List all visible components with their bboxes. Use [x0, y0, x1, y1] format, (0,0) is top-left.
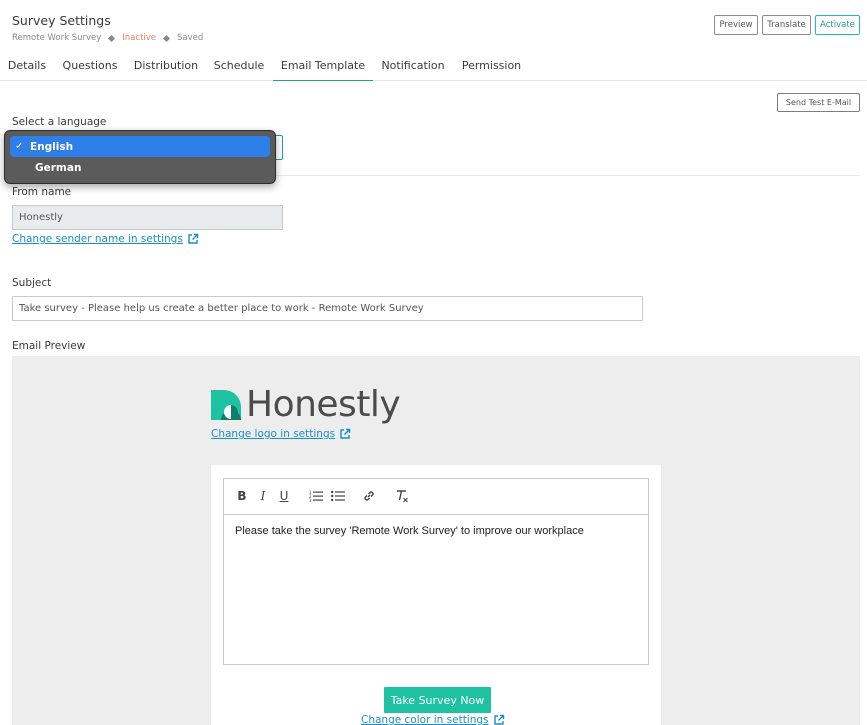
bold-icon[interactable]: B	[234, 488, 250, 504]
tab-permission[interactable]: Permission	[456, 50, 527, 81]
checkmark-icon: ✓	[15, 141, 24, 152]
editor-toolbar: B I U 1 2 3	[224, 479, 648, 515]
from-name-label: From name	[12, 186, 72, 198]
language-dropdown-menu[interactable]: ✓ English German	[4, 130, 276, 184]
language-option-label[interactable]: English	[30, 141, 73, 153]
from-name-field: Honestly	[12, 205, 283, 230]
tab-schedule[interactable]: Schedule	[210, 50, 268, 81]
rich-text-editor[interactable]: B I U 1 2 3 Please take the survey 'Remo…	[223, 478, 649, 665]
change-color-link[interactable]: Change color in settings	[361, 714, 505, 725]
subject-input[interactable]: Take survey - Please help us create a be…	[12, 296, 643, 321]
italic-icon[interactable]: I	[255, 488, 271, 504]
email-body-text[interactable]: Please take the survey 'Remote Work Surv…	[235, 525, 584, 537]
language-label: Select a language	[12, 116, 107, 128]
change-logo-link-text[interactable]: Change logo in settings	[211, 428, 335, 440]
status-badge: Inactive	[122, 33, 157, 43]
tab-questions[interactable]: Questions	[58, 50, 122, 81]
underline-icon[interactable]: U	[276, 488, 292, 504]
language-option-label[interactable]: German	[35, 162, 81, 174]
logo-text: Honestly	[246, 384, 401, 425]
language-option-english[interactable]: ✓ English	[10, 136, 270, 157]
email-preview-label: Email Preview	[12, 340, 86, 352]
survey-meta: Remote Work Survey Inactive Saved	[12, 33, 203, 43]
send-test-email-button[interactable]: Send Test E-Mail	[777, 93, 860, 112]
svg-text:3: 3	[309, 498, 312, 502]
external-link-icon	[188, 233, 199, 244]
preview-button[interactable]: Preview	[714, 15, 758, 35]
subject-label: Subject	[12, 277, 52, 289]
tab-email-template[interactable]: Email Template	[273, 50, 373, 81]
take-survey-button[interactable]: Take Survey Now	[384, 687, 491, 713]
translate-button[interactable]: Translate	[762, 15, 811, 35]
language-option-german[interactable]: German	[10, 157, 270, 178]
tab-details[interactable]: Details	[4, 50, 50, 81]
external-link-icon	[493, 714, 504, 725]
ordered-list-icon[interactable]: 1 2 3	[308, 488, 324, 504]
activate-button[interactable]: Activate	[815, 15, 860, 35]
tab-distribution[interactable]: Distribution	[130, 50, 202, 81]
tab-notification[interactable]: Notification	[378, 50, 448, 81]
logo-mark-icon	[211, 390, 241, 420]
external-link-icon	[340, 428, 351, 439]
tab-bar: Details Questions Distribution Schedule …	[0, 50, 867, 81]
change-color-link-text[interactable]: Change color in settings	[361, 714, 489, 725]
save-state: Saved	[177, 33, 204, 43]
bullet-list-icon[interactable]	[330, 488, 346, 504]
separator-dot	[108, 34, 116, 42]
page-title: Survey Settings	[12, 13, 111, 28]
company-logo: Honestly	[211, 384, 401, 425]
survey-name: Remote Work Survey	[12, 33, 102, 43]
clear-format-icon[interactable]	[394, 488, 410, 504]
change-logo-link[interactable]: Change logo in settings	[211, 428, 351, 440]
change-sender-link[interactable]: Change sender name in settings	[12, 233, 199, 245]
link-icon[interactable]	[361, 488, 377, 504]
change-sender-link-text[interactable]: Change sender name in settings	[12, 233, 183, 245]
separator-dot	[162, 34, 171, 42]
